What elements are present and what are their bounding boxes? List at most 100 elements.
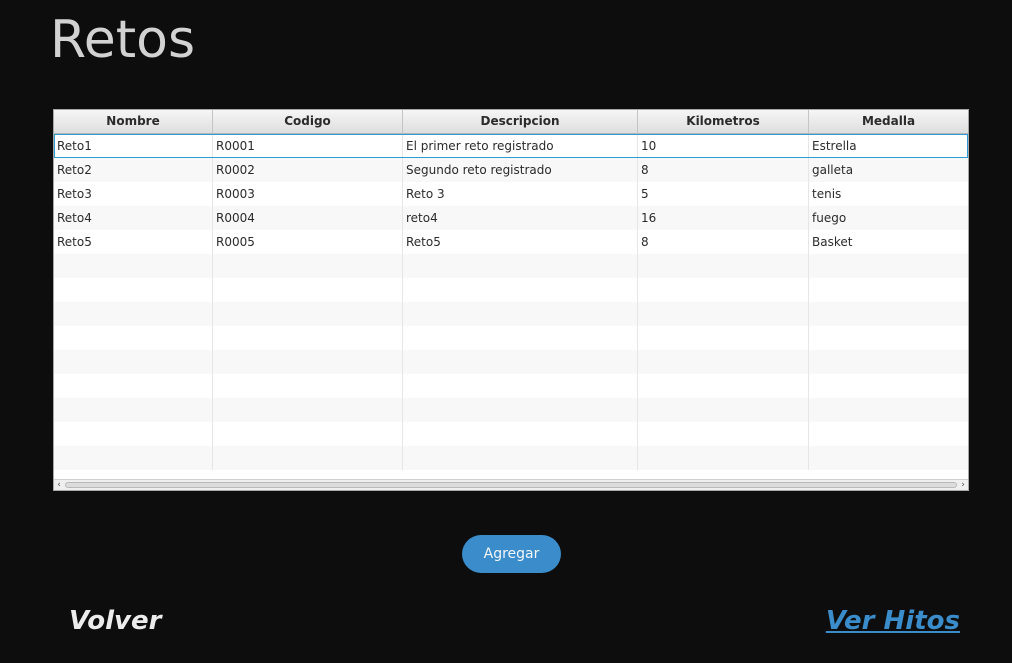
- table-cell: El primer reto registrado: [403, 134, 638, 158]
- table-cell: Reto3: [54, 182, 213, 206]
- view-hitos-link[interactable]: Ver Hitos: [826, 603, 960, 639]
- table-cell: 8: [638, 158, 809, 182]
- table-row[interactable]: Reto5 R0005 Reto5 8 Basket: [54, 230, 968, 254]
- empty-table-row: [54, 446, 968, 470]
- table-cell: Basket: [812, 235, 853, 249]
- table-cell: galleta: [812, 163, 854, 177]
- column-header-kilometros[interactable]: Kilometros: [638, 110, 809, 134]
- table-cell: [213, 446, 403, 470]
- empty-table-row: [54, 302, 968, 326]
- table-cell: R0004: [213, 206, 403, 230]
- table-cell: R0003: [213, 182, 403, 206]
- table-cell: [809, 326, 968, 350]
- table-row[interactable]: Reto4 R0004 reto4 16 fuego: [54, 206, 968, 230]
- table-cell: [403, 302, 638, 326]
- table-cell: R0005: [213, 230, 403, 254]
- table-cell: [54, 278, 213, 302]
- column-header-codigo[interactable]: Codigo: [213, 110, 403, 134]
- scroll-right-icon[interactable]: ›: [958, 480, 968, 490]
- table-cell: [809, 446, 968, 470]
- table-cell: [403, 254, 638, 278]
- table-cell: [213, 326, 403, 350]
- horizontal-scrollbar[interactable]: ‹ ›: [54, 479, 968, 490]
- table-cell: 10: [638, 134, 809, 158]
- table-row[interactable]: Reto2 R0002 Segundo reto registrado 8 gallet…: [54, 158, 968, 182]
- table-cell: [403, 374, 638, 398]
- table-cell: [638, 350, 809, 374]
- back-link[interactable]: Volver: [69, 603, 161, 639]
- table-cell: [403, 446, 638, 470]
- table-cell: [54, 422, 213, 446]
- table-cell: fuego: [812, 211, 847, 225]
- table-cell: [54, 302, 213, 326]
- table-cell: [809, 374, 968, 398]
- empty-table-row: [54, 254, 968, 278]
- table-cell: [403, 398, 638, 422]
- column-header-nombre[interactable]: Nombre: [54, 110, 213, 134]
- table-cell: [638, 398, 809, 422]
- table-cell: Estrella: [812, 139, 857, 153]
- table-cell: [638, 254, 809, 278]
- table-cell: [213, 254, 403, 278]
- page-title: Retos: [50, 10, 196, 70]
- table-cell: [213, 374, 403, 398]
- table-cell: 8: [638, 230, 809, 254]
- empty-table-row: [54, 278, 968, 302]
- table-cell: [809, 302, 968, 326]
- table-cell: R0001: [213, 134, 403, 158]
- column-header-descripcion[interactable]: Descripcion: [403, 110, 638, 134]
- table-cell: reto4: [403, 206, 638, 230]
- table-cell: tenis: [812, 187, 842, 201]
- table-cell: [638, 446, 809, 470]
- table-cell: [809, 350, 968, 374]
- scrollbar-thumb[interactable]: [65, 482, 957, 488]
- table-cell: [638, 302, 809, 326]
- table-cell: [403, 422, 638, 446]
- table-cell: [54, 326, 213, 350]
- scroll-left-icon[interactable]: ‹: [54, 480, 64, 490]
- table-cell: [403, 326, 638, 350]
- table-cell: [638, 278, 809, 302]
- table-cell: [403, 278, 638, 302]
- table-cell: Segundo reto registrado: [403, 158, 638, 182]
- table-cell: [54, 350, 213, 374]
- table-cell: Reto 3: [403, 182, 638, 206]
- retos-table[interactable]: Nombre Codigo Descripcion Kilometros Med…: [53, 109, 969, 491]
- empty-table-row: [54, 422, 968, 446]
- table-cell: [213, 422, 403, 446]
- table-cell: [213, 350, 403, 374]
- add-button[interactable]: Agregar: [462, 535, 561, 573]
- table-cell: [638, 374, 809, 398]
- table-cell: [809, 422, 968, 446]
- table-cell: [809, 278, 968, 302]
- column-header-medalla[interactable]: Medalla: [809, 110, 968, 134]
- table-cell: [213, 302, 403, 326]
- table-cell: [809, 254, 968, 278]
- table-row[interactable]: Reto1 R0001 El primer reto registrado 10 Est…: [54, 134, 968, 158]
- table-cell: [213, 278, 403, 302]
- table-cell: Reto1: [54, 134, 213, 158]
- table-cell: Reto2: [54, 158, 213, 182]
- table-cell: [54, 398, 213, 422]
- table-body: Reto1 R0001 El primer reto registrado 10 Est…: [54, 134, 968, 479]
- empty-table-row: [54, 326, 968, 350]
- table-cell: [54, 446, 213, 470]
- table-cell: R0002: [213, 158, 403, 182]
- table-cell: Reto4: [54, 206, 213, 230]
- table-cell: [54, 254, 213, 278]
- table-cell: Reto5: [54, 230, 213, 254]
- table-cell: Reto5: [403, 230, 638, 254]
- empty-table-row: [54, 398, 968, 422]
- table-cell: [638, 422, 809, 446]
- empty-table-row: [54, 374, 968, 398]
- table-cell: 16: [638, 206, 809, 230]
- empty-table-row: [54, 350, 968, 374]
- table-cell: 5: [638, 182, 809, 206]
- table-cell: [213, 398, 403, 422]
- table-cell: [809, 398, 968, 422]
- table-cell: [638, 326, 809, 350]
- table-header: Nombre Codigo Descripcion Kilometros Med…: [54, 110, 968, 134]
- table-row[interactable]: Reto3 R0003 Reto 3 5 tenis: [54, 182, 968, 206]
- table-cell: [403, 350, 638, 374]
- table-cell: [54, 374, 213, 398]
